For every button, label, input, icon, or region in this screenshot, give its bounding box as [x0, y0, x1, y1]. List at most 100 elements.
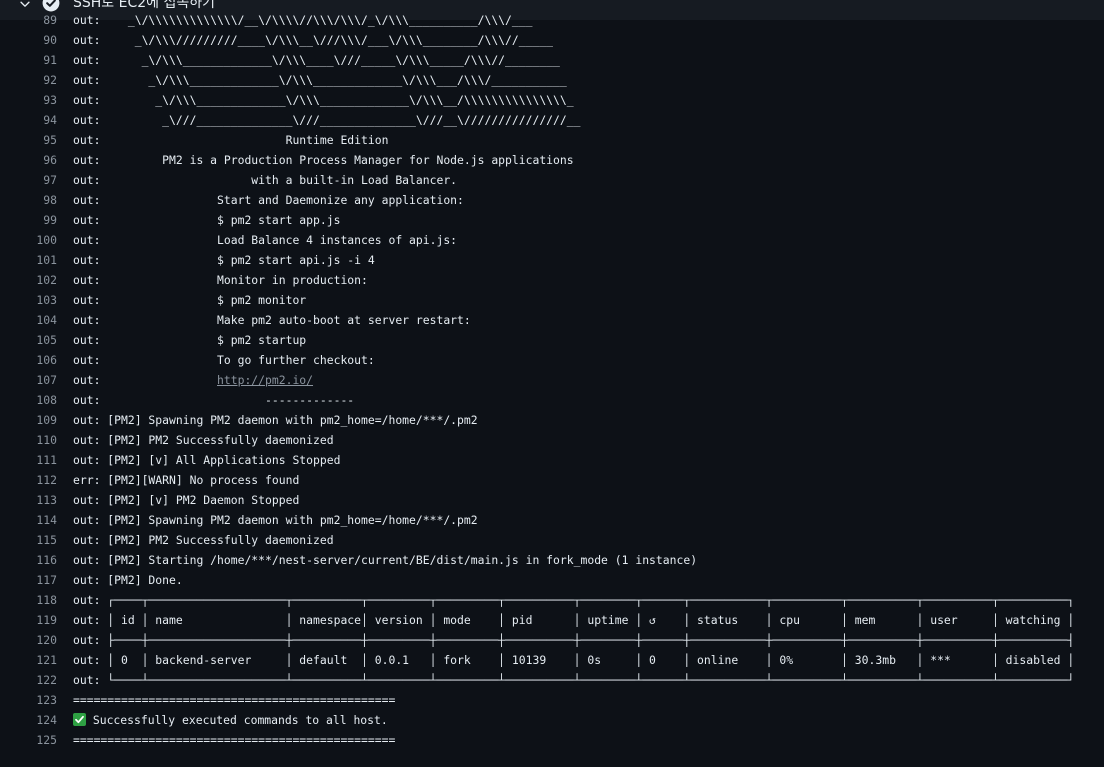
log-text-content: out: [PM2] Spawning PM2 daemon with pm2_… — [73, 513, 478, 527]
log-line: 120 out: ├────┼────────────────────┼─────… — [0, 630, 1104, 650]
line-number[interactable]: 107 — [0, 370, 57, 390]
log-text-content: out: [PM2] Starting /home/***/nest-serve… — [73, 553, 698, 567]
line-number[interactable]: 125 — [0, 730, 57, 750]
log-text-content: out: [PM2] PM2 Successfully daemonized — [73, 433, 334, 447]
line-number[interactable]: 89 — [0, 10, 57, 30]
log-line: 122 out: └────┴────────────────────┴─────… — [0, 670, 1104, 690]
log-text: out: To go further checkout: — [73, 350, 375, 370]
log-text: out: with a built-in Load Balancer. — [73, 170, 457, 190]
line-number[interactable]: 104 — [0, 310, 57, 330]
log-line: 111 out: [PM2] [v] All Applications Stopp… — [0, 450, 1104, 470]
log-line: 108 out: ------------- — [0, 390, 1104, 410]
log-line: 121 out: │ 0 │ backend-server │ default │… — [0, 650, 1104, 670]
line-number[interactable]: 98 — [0, 190, 57, 210]
log-text-content: out: ├────┼────────────────────┼────────… — [73, 633, 1075, 647]
line-number[interactable]: 99 — [0, 210, 57, 230]
line-number[interactable]: 120 — [0, 630, 57, 650]
log-text-content: out: │ id │ name │ namespace│ version │ … — [73, 613, 1075, 627]
log-text-content: out: Make pm2 auto-boot at server restar… — [73, 313, 471, 327]
line-number[interactable]: 111 — [0, 450, 57, 470]
log-line: 93 out: _\/\\\_____________\/\\\_________… — [0, 90, 1104, 110]
line-number[interactable]: 116 — [0, 550, 57, 570]
line-number[interactable]: 122 — [0, 670, 57, 690]
line-number[interactable]: 114 — [0, 510, 57, 530]
log-text: out: [PM2] PM2 Successfully daemonized — [73, 430, 334, 450]
log-text-content: out: Runtime Edition — [73, 133, 389, 147]
log-line: 113 out: [PM2] [v] PM2 Daemon Stopped — [0, 490, 1104, 510]
log-text-content: ========================================… — [73, 693, 396, 707]
line-number[interactable]: 92 — [0, 70, 57, 90]
log-line: 102 out: Monitor in production: — [0, 270, 1104, 290]
log-line: 124 Successfully executed commands to al… — [0, 710, 1104, 730]
log-text: ========================================… — [73, 730, 395, 750]
log-text: out: [PM2] [v] PM2 Daemon Stopped — [73, 490, 299, 510]
log-text-content: out: To go further checkout: — [73, 353, 375, 367]
log-text: out: [PM2] Spawning PM2 daemon with pm2_… — [73, 410, 478, 430]
log-line: 97 out: with a built-in Load Balancer. — [0, 170, 1104, 190]
log-line: 95 out: Runtime Edition — [0, 130, 1104, 150]
log-line: 119 out: │ id │ name │ namespace│ version… — [0, 610, 1104, 630]
log-text-content: out: [PM2] PM2 Successfully daemonized — [73, 533, 334, 547]
log-text: out: [PM2] PM2 Successfully daemonized — [73, 530, 334, 550]
line-number[interactable]: 94 — [0, 110, 57, 130]
log-text: out: └────┴────────────────────┴────────… — [73, 670, 1074, 690]
log-text: out: [PM2] Spawning PM2 daemon with pm2_… — [73, 510, 478, 530]
line-number[interactable]: 121 — [0, 650, 57, 670]
log-text: out: ┌────┬────────────────────┬────────… — [73, 590, 1074, 610]
line-number[interactable]: 117 — [0, 570, 57, 590]
line-number[interactable]: 124 — [0, 710, 57, 730]
log-text: out: _\/\\\_____________\/\\\___________… — [73, 90, 574, 110]
log-line: 106 out: To go further checkout: — [0, 350, 1104, 370]
log-text: out: _\/\\\_____________\/\\\____\///___… — [73, 50, 560, 70]
line-number[interactable]: 91 — [0, 50, 57, 70]
line-number[interactable]: 118 — [0, 590, 57, 610]
log-text-content: ========================================… — [73, 733, 396, 747]
line-number[interactable]: 119 — [0, 610, 57, 630]
log-text-content: err: [PM2][WARN] No process found — [73, 473, 300, 487]
line-number[interactable]: 96 — [0, 150, 57, 170]
log-line: 116 out: [PM2] Starting /home/***/nest-se… — [0, 550, 1104, 570]
log-text-content: out: [PM2] [v] PM2 Daemon Stopped — [73, 493, 300, 507]
log-text: out: ------------- — [73, 390, 354, 410]
line-number[interactable]: 110 — [0, 430, 57, 450]
line-number[interactable]: 97 — [0, 170, 57, 190]
log-text-content: out: PM2 is a Production Process Manager… — [73, 153, 574, 167]
log-text: out: $ pm2 start app.js — [73, 210, 340, 230]
log-line: 123 =====================================… — [0, 690, 1104, 710]
line-number[interactable]: 109 — [0, 410, 57, 430]
line-number[interactable]: 95 — [0, 130, 57, 150]
line-number[interactable]: 115 — [0, 530, 57, 550]
log-text: out: _\/\\\/////////____\/\\\__\///\\\/_… — [73, 30, 553, 50]
line-number[interactable]: 101 — [0, 250, 57, 270]
log-text-content: out: — [73, 373, 218, 387]
line-number[interactable]: 90 — [0, 30, 57, 50]
line-number[interactable]: 108 — [0, 390, 57, 410]
log-text: out: Start and Daemonize any application… — [73, 190, 464, 210]
log-text-content: out: $ pm2 monitor — [73, 293, 307, 307]
line-number[interactable]: 123 — [0, 690, 57, 710]
log-line: 92 out: _\/\\\_____________\/\\\_________… — [0, 70, 1104, 90]
log-text-content: out: [PM2] [v] All Applications Stopped — [73, 453, 341, 467]
log-text: out: │ 0 │ backend-server │ default │ 0.… — [73, 650, 1074, 670]
line-number[interactable]: 113 — [0, 490, 57, 510]
log-line: 110 out: [PM2] PM2 Successfully daemonize… — [0, 430, 1104, 450]
log-line: 103 out: $ pm2 monitor — [0, 290, 1104, 310]
line-number[interactable]: 106 — [0, 350, 57, 370]
log-text: out: Monitor in production: — [73, 270, 368, 290]
line-number[interactable]: 112 — [0, 470, 57, 490]
log-line: 100 out: Load Balance 4 instances of api.… — [0, 230, 1104, 250]
line-number[interactable]: 103 — [0, 290, 57, 310]
log-text-content: Successfully executed commands to all ho… — [86, 713, 388, 727]
log-text: out: $ pm2 start api.js -i 4 — [73, 250, 375, 270]
line-number[interactable]: 100 — [0, 230, 57, 250]
log-text-content: out: $ pm2 startup — [73, 333, 307, 347]
log-line: 90 out: _\/\\\/////////____\/\\\__\///\\\… — [0, 30, 1104, 50]
log-text-content: out: $ pm2 start app.js — [73, 213, 341, 227]
log-text-content: out: ------------- — [73, 393, 355, 407]
line-number[interactable]: 105 — [0, 330, 57, 350]
log-text-content: out: _\/\\\_____________\/\\\____\///___… — [73, 53, 560, 67]
line-number[interactable]: 93 — [0, 90, 57, 110]
line-number[interactable]: 102 — [0, 270, 57, 290]
log-line: 96 out: PM2 is a Production Process Manag… — [0, 150, 1104, 170]
pm2-link[interactable]: http://pm2.io/ — [217, 373, 313, 387]
